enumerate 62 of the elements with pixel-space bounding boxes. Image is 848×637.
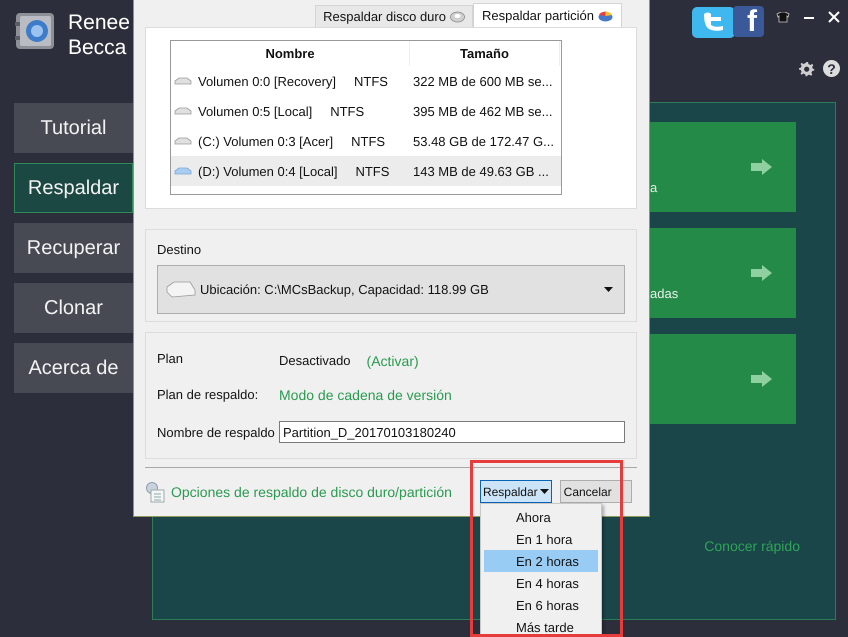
arrow-icon xyxy=(751,371,772,387)
partition-size: 143 MB de 49.63 GB ... xyxy=(412,164,550,178)
partition-size: 322 MB de 600 MB se... xyxy=(412,74,554,88)
partition-name: (C:) Volumen 0:3 [Acer] xyxy=(198,134,334,148)
drive-icon xyxy=(166,280,196,298)
help-icon[interactable]: ? xyxy=(823,60,840,77)
settings-icon[interactable] xyxy=(799,60,815,76)
arrow-icon xyxy=(751,265,772,281)
bird-icon[interactable] xyxy=(691,6,736,39)
plan-status: Desactivado xyxy=(279,353,351,369)
nav-button[interactable]: Respaldar xyxy=(14,163,133,213)
destination-dropdown[interactable]: Ubicación: C:\MCsBackup, Capacidad: 118.99 GB xyxy=(157,265,625,314)
partition-name: (D:) Volumen 0:4 [Local] xyxy=(198,164,338,178)
tab[interactable]: Respaldar disco duro xyxy=(315,5,473,27)
table-row[interactable]: Volumen 0:0 [Recovery] NTFS 322 MB de 600 MB se... xyxy=(171,66,561,96)
nav-button[interactable]: Recuperar xyxy=(14,223,133,273)
close-icon[interactable] xyxy=(828,11,840,23)
menu-item[interactable]: Ahora xyxy=(484,506,598,528)
drive-icon xyxy=(174,106,192,116)
letter-f-icon[interactable]: f xyxy=(733,6,764,37)
drive-icon xyxy=(174,166,192,176)
nav-button[interactable]: Tutorial xyxy=(14,103,133,153)
menu-item[interactable]: En 2 horas xyxy=(484,550,598,572)
partition-name: Volumen 0:5 [Local] xyxy=(198,104,312,118)
backup-button[interactable]: Respaldar xyxy=(480,480,552,503)
card-caption: adas xyxy=(650,286,678,301)
file-system: NTFS xyxy=(351,134,386,148)
shirt-icon[interactable] xyxy=(776,12,790,22)
menu-item[interactable]: En 1 hora xyxy=(484,528,598,550)
drive-icon xyxy=(174,136,192,146)
caret-icon xyxy=(604,287,613,292)
partition-size: 53.48 GB de 172.47 G... xyxy=(412,134,555,148)
column-header: Tamaño xyxy=(410,41,560,66)
options-icon xyxy=(145,480,165,502)
table-row[interactable]: (C:) Volumen 0:3 [Acer] NTFS 53.48 GB de 172.47 G... xyxy=(171,126,561,156)
drive-icon xyxy=(174,76,192,86)
file-system: NTFS xyxy=(355,164,390,178)
caret-icon xyxy=(540,489,549,494)
nav-button[interactable]: Acerca de xyxy=(14,343,133,393)
destination-label: Destino xyxy=(157,242,202,257)
cancel-button[interactable]: Cancelar xyxy=(560,480,632,503)
file-system: NTFS xyxy=(354,74,388,88)
scheme-label: Plan de respaldo: xyxy=(157,387,260,403)
menu-item[interactable]: Más tarde xyxy=(484,616,598,637)
menu-item[interactable]: En 4 horas xyxy=(484,572,598,594)
table-row[interactable]: Volumen 0:5 [Local] NTFS 395 MB de 462 MB se... xyxy=(171,96,561,126)
table-row[interactable]: (D:) Volumen 0:4 [Local] NTFS 143 MB de 49.63 GB ... xyxy=(171,156,561,186)
backup-name-label: Nombre de respaldo xyxy=(157,424,276,442)
plan-label: Plan xyxy=(157,351,184,368)
nav-button[interactable]: Clonar xyxy=(14,283,133,333)
disk-icon xyxy=(450,10,465,22)
partition-name: Volumen 0:0 [Recovery] xyxy=(198,74,336,88)
file-system: NTFS xyxy=(330,104,364,118)
partition-size: 395 MB de 462 MB se... xyxy=(412,104,554,118)
card-caption: a xyxy=(650,180,658,195)
column-header: Nombre xyxy=(171,41,410,66)
app-name: Renee Becca xyxy=(68,10,130,60)
pie-chart-icon xyxy=(598,10,613,22)
arrow-icon xyxy=(751,159,772,175)
menu-item[interactable]: En 6 horas xyxy=(484,594,598,616)
tab[interactable]: Respaldar partición xyxy=(472,3,622,27)
backup-name-field[interactable]: Partition_D_20170103180240 xyxy=(279,421,625,443)
